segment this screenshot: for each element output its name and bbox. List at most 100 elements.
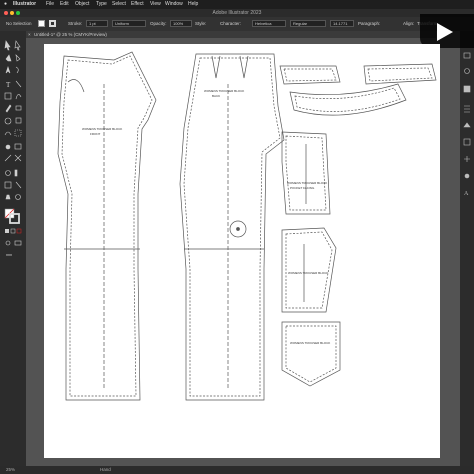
panel-dock-icons: A xyxy=(463,52,471,197)
waistband-back[interactable] xyxy=(363,63,437,85)
lasso-tool-icon[interactable] xyxy=(15,54,21,62)
color-mode-icon[interactable] xyxy=(5,229,9,233)
opacity-label: Opacity: xyxy=(150,21,167,26)
close-window-icon[interactable] xyxy=(4,11,8,15)
gradient-mode-icon[interactable] xyxy=(10,228,16,234)
font-size-field[interactable]: 14.1771 xyxy=(330,20,354,27)
video-play-button[interactable] xyxy=(420,14,474,48)
tools-panel: T xyxy=(0,31,26,466)
curvature-tool-icon[interactable] xyxy=(15,66,19,74)
control-bar: No Selection Stroke: 1 pt Uniform Opacit… xyxy=(0,17,474,31)
layers-panel-icon[interactable] xyxy=(464,105,470,113)
menu-view[interactable]: View xyxy=(150,0,161,9)
document-tab-title[interactable]: Untitled-1* @ 25 % (CMYK/Preview) xyxy=(34,31,107,38)
warp-tool-icon[interactable] xyxy=(4,131,12,136)
none-mode-icon[interactable] xyxy=(16,228,22,234)
menu-type[interactable]: Type xyxy=(96,0,107,9)
perspective-grid-icon[interactable] xyxy=(14,143,22,150)
menu-app[interactable]: Illustrator xyxy=(13,0,36,9)
character-panel-icon[interactable]: A xyxy=(464,191,469,197)
status-bar: 25% Hand xyxy=(0,466,474,474)
opacity-field[interactable]: 100% xyxy=(170,20,192,27)
back-trouser-piece[interactable] xyxy=(179,53,285,401)
zoom-window-icon[interactable] xyxy=(16,11,20,15)
type-tool-icon[interactable]: T xyxy=(6,81,11,89)
stroke-swatch[interactable] xyxy=(49,20,56,27)
rectangle-tool-icon[interactable] xyxy=(4,92,12,100)
window-title: Adobe Illustrator 2023 xyxy=(212,10,262,16)
slice-tool-icon[interactable] xyxy=(15,181,22,189)
pocket-bag-label-1: WOMENS TROUSER BLOCK xyxy=(288,271,328,275)
screen-mode-icon[interactable] xyxy=(14,240,22,246)
rotate-tool-icon[interactable] xyxy=(4,117,12,125)
appearance-panel-icon[interactable] xyxy=(463,122,471,128)
column-graph-icon[interactable] xyxy=(14,169,18,177)
blend-tool-icon[interactable] xyxy=(14,154,22,162)
pocket-facing[interactable] xyxy=(281,131,331,215)
waistband-front[interactable] xyxy=(279,65,341,85)
pocket-label-1: WOMENS TROUSER BLOCK xyxy=(287,181,327,185)
properties-panel-icon[interactable] xyxy=(463,52,471,59)
menu-bar: ● Illustrator File Edit Object Type Sele… xyxy=(0,0,474,9)
font-style-dropdown[interactable]: Regular xyxy=(290,20,326,27)
font-family-dropdown[interactable]: Helvetica xyxy=(252,20,286,27)
line-tool-icon[interactable] xyxy=(15,80,22,88)
shape-builder-icon[interactable] xyxy=(5,144,11,150)
waistband-curved[interactable] xyxy=(289,83,407,116)
menu-object[interactable]: Object xyxy=(75,0,89,9)
menu-effect[interactable]: Effect xyxy=(131,0,144,9)
apple-icon[interactable]: ● xyxy=(4,0,7,9)
pen-tool-icon[interactable] xyxy=(5,66,11,74)
transform-panel-icon[interactable] xyxy=(463,138,471,146)
swatches-panel-icon[interactable] xyxy=(463,85,471,93)
pencil-tool-icon[interactable] xyxy=(5,104,12,113)
scale-tool-icon[interactable] xyxy=(15,117,22,124)
fill-swatch[interactable] xyxy=(38,20,45,27)
align-panel-icon[interactable] xyxy=(464,156,470,162)
window-titlebar: Adobe Illustrator 2023 xyxy=(0,9,474,17)
eraser-tool-icon[interactable] xyxy=(15,105,22,111)
pattern-artwork: WOMENS TROUSER BLOCK FRONT WOMENS TROUSE… xyxy=(57,51,437,401)
zoom-tool-icon[interactable] xyxy=(15,194,21,200)
stroke-label: Stroke: xyxy=(68,21,83,26)
tools-icons: T xyxy=(4,40,22,256)
pocket-label-2: POCKET FACING xyxy=(290,186,315,190)
document-tab-close[interactable]: × xyxy=(28,31,31,38)
style-label: Style: xyxy=(195,21,207,26)
brush-definition-dropdown[interactable]: Uniform xyxy=(112,20,146,27)
free-transform-icon[interactable] xyxy=(14,129,22,137)
direct-selection-tool-icon[interactable] xyxy=(14,40,21,51)
minimize-window-icon[interactable] xyxy=(10,11,14,15)
more-tools-icon[interactable] xyxy=(6,254,8,256)
menu-file[interactable]: File xyxy=(46,0,54,9)
front-label-2: FRONT xyxy=(90,132,100,136)
right-panel-dock: A xyxy=(460,31,474,466)
selection-tool-icon[interactable] xyxy=(4,40,11,51)
artboard-tool-icon[interactable] xyxy=(4,181,12,189)
back-pocket[interactable] xyxy=(281,321,341,387)
draw-mode-icon[interactable] xyxy=(5,240,11,246)
magic-wand-icon[interactable] xyxy=(5,54,12,62)
menu-edit[interactable]: Edit xyxy=(60,0,69,9)
menu-select[interactable]: Select xyxy=(112,0,126,9)
front-trouser-piece[interactable] xyxy=(57,51,157,401)
paragraph-label[interactable]: Paragraph: xyxy=(358,21,380,26)
color-panel-icon[interactable] xyxy=(464,68,470,74)
zoom-level[interactable]: 25% xyxy=(6,466,15,474)
pathfinder-panel-icon[interactable] xyxy=(464,173,470,179)
align-label[interactable]: Align: xyxy=(403,21,414,26)
hand-tool-icon[interactable] xyxy=(5,194,11,200)
current-tool-name: Hand xyxy=(100,467,111,472)
eyedropper-icon[interactable] xyxy=(4,154,12,162)
symbol-sprayer-icon[interactable] xyxy=(5,170,11,176)
menu-help[interactable]: Help xyxy=(188,0,198,9)
pocket-bag[interactable] xyxy=(281,227,337,313)
selection-status: No Selection xyxy=(6,21,32,26)
character-label[interactable]: Character: xyxy=(220,21,241,26)
artboard[interactable]: WOMENS TROUSER BLOCK FRONT WOMENS TROUSE… xyxy=(44,44,440,458)
menu-window[interactable]: Window xyxy=(165,0,183,9)
paintbrush-tool-icon[interactable] xyxy=(15,94,22,100)
back-label-2: BACK xyxy=(212,94,220,98)
stroke-weight-field[interactable]: 1 pt xyxy=(86,20,108,27)
document-tab-bar: × Untitled-1* @ 25 % (CMYK/Preview) xyxy=(26,31,436,38)
